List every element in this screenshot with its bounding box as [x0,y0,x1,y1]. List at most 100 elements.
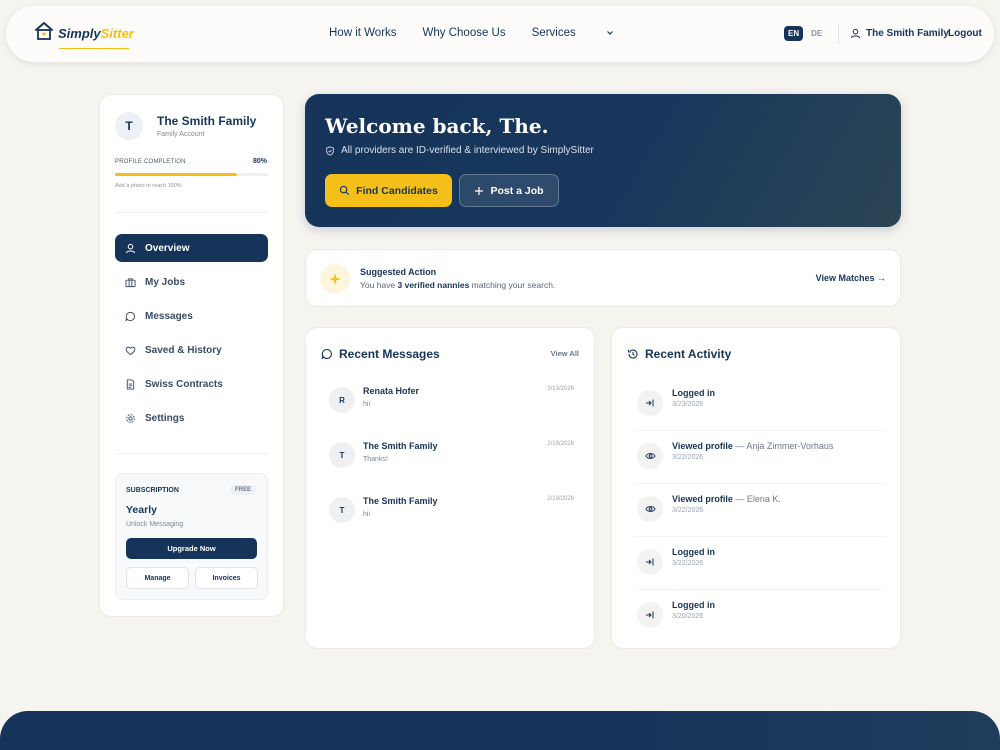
nav-divider [838,24,839,44]
profile-completion-fill [115,173,238,176]
profile-completion-hint: Add a photo to reach 100% [115,183,182,189]
avatar: T [329,497,355,523]
logout-link[interactable]: Logout [948,28,982,39]
subscription-title: SUBSCRIPTION [126,487,179,494]
activity-date: 3/20/2026 [672,613,704,620]
message-date: 3/13/2026 [547,386,574,392]
user-menu[interactable]: The Smith Family [850,28,949,39]
welcome-hero: Welcome back, The. All providers are ID-… [305,94,901,227]
suggested-action-card: Suggested Action You have 3 verified nan… [305,249,901,307]
logo-text: SimplySitter [58,26,134,41]
message-preview: hii [363,511,371,518]
invoices-button[interactable]: Invoices [195,567,258,589]
hero-subtitle: All providers are ID-verified & intervie… [325,145,594,156]
chevron-down-icon [606,31,613,35]
avatar: T [115,112,143,140]
message-preview: hii [363,401,371,408]
top-navbar: SimplySitter How it Works Why Choose Us … [6,6,994,62]
profile-completion-value: 80% [252,158,267,165]
upgrade-now-button[interactable]: Upgrade Now [126,538,257,559]
gear-icon [126,413,135,423]
lang-de-button[interactable]: DE [811,29,822,38]
user-icon [125,243,136,253]
shield-icon [326,145,334,156]
profile-name: The Smith Family [157,114,257,128]
footer [0,711,1000,750]
activity-title: Logged in [672,547,715,557]
recent-messages-title: Recent Messages [321,347,440,361]
nav-links: How it Works Why Choose Us Services [329,27,640,39]
nav-link-how-it-works[interactable]: How it Works [329,27,397,39]
message-item[interactable]: T The Smith Family Thanks! 2/19/2026 [329,441,574,481]
sidebar-item-settings[interactable]: Settings [115,404,268,432]
recent-messages-card: Recent Messages View All R Renata Hofer … [305,327,595,649]
message-sender: The Smith Family [363,441,438,451]
sidebar-item-overview[interactable]: Overview [115,234,268,262]
sidebar-item-label: Messages [145,310,193,322]
manage-button[interactable]: Manage [126,567,189,589]
view-all-messages-link[interactable]: View All [551,349,579,358]
sidebar-item-label: Settings [145,412,185,424]
find-candidates-button[interactable]: Find Candidates [325,174,452,207]
suggested-action-text: You have 3 verified nannies matching you… [360,280,556,290]
sidebar-item-swiss-contracts[interactable]: Swiss Contracts [115,370,268,398]
logo-underline [59,48,129,49]
sparkle-icon [320,264,350,294]
user-name: The Smith Family [866,28,949,39]
sidebar-item-saved-history[interactable]: Saved & History [115,336,268,364]
eye-icon [637,496,663,522]
avatar: T [329,442,355,468]
heart-icon [125,346,136,355]
nav-link-why-choose-us[interactable]: Why Choose Us [423,27,506,39]
search-icon [339,185,350,196]
sidebar: T The Smith Family Family Account PROFIL… [99,94,284,617]
activity-item: Logged in 3/23/2026 [634,385,886,431]
sidebar-item-my-jobs[interactable]: My Jobs [115,268,268,296]
subscription-desc: Unlock Messaging [126,521,184,528]
nav-link-services[interactable]: Services [532,27,614,39]
avatar: R [329,387,355,413]
view-matches-link[interactable]: View Matches → [816,273,886,283]
activity-item: Logged in 3/20/2026 [634,597,886,643]
activity-item: Viewed profile — Anja Zimmer-Vorhaus 3/2… [634,438,886,484]
message-sender: The Smith Family [363,496,438,506]
eye-icon [637,443,663,469]
message-date: 2/19/2026 [547,441,574,447]
activity-title: Logged in [672,388,715,398]
activity-title: Logged in [672,600,715,610]
profile-completion-bar [115,173,268,176]
house-logo-icon [34,22,54,45]
sidebar-item-label: Overview [145,242,190,254]
page-title: Welcome back, The. [325,114,549,138]
message-item[interactable]: T The Smith Family hii 2/19/2026 [329,496,574,536]
divider [115,453,268,454]
suggested-action-title: Suggested Action [360,267,437,277]
activity-date: 3/22/2026 [672,454,704,461]
login-icon [637,549,663,575]
logo[interactable]: SimplySitter [34,22,134,49]
plus-icon [475,186,484,195]
activity-item: Logged in 3/22/2026 [634,544,886,590]
activity-date: 3/23/2026 [672,401,704,408]
language-switcher: EN DE [784,26,822,41]
activity-date: 3/22/2026 [672,560,704,567]
login-icon [637,602,663,628]
lang-en-button[interactable]: EN [784,26,804,41]
message-item[interactable]: R Renata Hofer hii 3/13/2026 [329,386,574,426]
profile-role: Family Account [157,131,205,138]
recent-activity-title: Recent Activity [627,347,731,361]
subscription-box: SUBSCRIPTION FREE Yearly Unlock Messagin… [115,473,268,600]
post-a-job-button[interactable]: Post a Job [459,174,559,207]
chat-icon [125,311,135,321]
login-icon [637,390,663,416]
recent-activity-card: Recent Activity Logged in 3/23/2026 View… [611,327,901,649]
activity-item: Viewed profile — Elena K. 3/22/2026 [634,491,886,537]
sidebar-item-messages[interactable]: Messages [115,302,268,330]
sidebar-item-label: My Jobs [145,276,186,288]
sidebar-item-label: Swiss Contracts [145,378,223,390]
message-sender: Renata Hofer [363,386,420,396]
message-preview: Thanks! [363,456,388,463]
sidebar-item-label: Saved & History [145,344,222,356]
activity-title: Viewed profile — Elena K. [672,494,781,504]
chat-icon [321,348,332,360]
